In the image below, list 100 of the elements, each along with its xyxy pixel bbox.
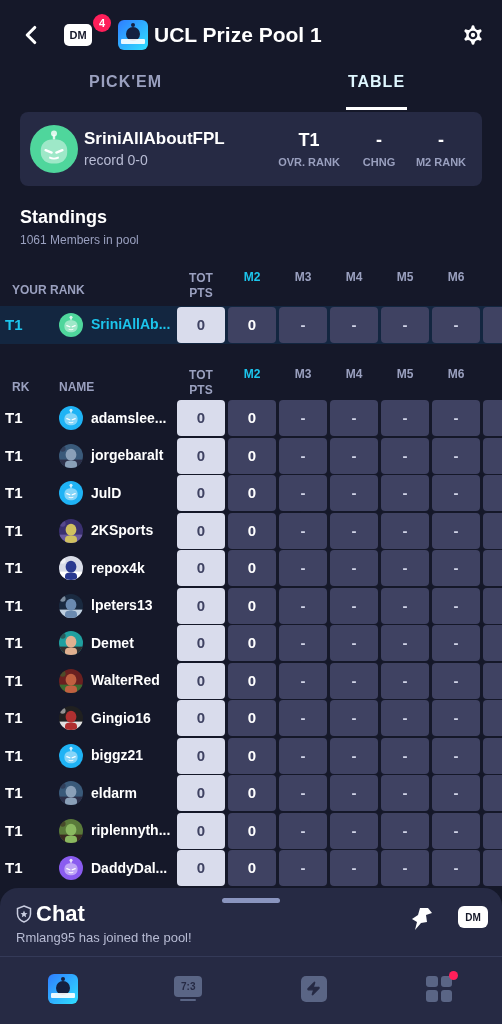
table-cell: - (279, 550, 327, 587)
player-name[interactable]: Demet (91, 632, 134, 654)
player-name[interactable]: SriniAllAb... (91, 314, 171, 336)
app-logo-icon[interactable] (118, 20, 148, 50)
rank-text: T1 (5, 446, 23, 464)
table-cell: 0 (228, 737, 276, 774)
table-cell: 0 (177, 700, 225, 737)
table-cell: - (279, 700, 327, 737)
column-header: M2 (243, 270, 261, 285)
table-cell: - (279, 775, 327, 812)
shield-star-icon (16, 905, 32, 923)
table-cell: - (381, 587, 429, 624)
table-cell: - (381, 400, 429, 437)
table-cell: - (330, 700, 378, 737)
table-cell: 0 (228, 437, 276, 474)
column-header: M3 (294, 366, 312, 382)
column-header: TOT PTS (188, 367, 214, 398)
player-name[interactable]: adamslee... (91, 407, 167, 429)
profile-name: SriniAllAboutFPL (84, 127, 225, 150)
table-cell: - (432, 550, 480, 587)
chat-message: Rmlang95 has joined the pool! (16, 929, 193, 947)
table-cell: - (330, 850, 378, 887)
table-cell: 0 (177, 587, 225, 624)
column-header: TOT PTS (188, 271, 214, 301)
rank-text: T1 (5, 859, 23, 877)
player-name[interactable]: Gingio16 (91, 707, 151, 729)
table-cell: 0 (177, 812, 225, 849)
column-header: M5 (396, 366, 414, 382)
stat-value: - (376, 129, 382, 153)
lightning-icon[interactable] (300, 975, 327, 1002)
table-cell: 0 (177, 775, 225, 812)
column-header: M5 (396, 270, 414, 285)
tab[interactable]: PICK'EM (0, 70, 251, 110)
table-cell: - (279, 662, 327, 699)
table-cell: - (330, 306, 378, 343)
apps-grid-icon[interactable] (426, 975, 453, 1002)
stat-label: M2 RANK (415, 155, 467, 171)
rank-text: T1 (5, 671, 23, 689)
player-name[interactable]: biggz21 (91, 745, 144, 767)
pin-icon[interactable] (410, 906, 434, 932)
table-cell: 0 (177, 625, 225, 662)
table-cell: - (279, 812, 327, 849)
table-cell: - (381, 512, 429, 549)
player-name[interactable]: DaddyDal... (91, 857, 168, 879)
dm-button[interactable]: DM (458, 906, 488, 928)
rank-text: T1 (5, 559, 23, 577)
drag-handle[interactable] (222, 898, 280, 903)
table-cell: - (381, 625, 429, 662)
table-cell: 0 (228, 550, 276, 587)
table-cell: 0 (228, 475, 276, 512)
record-text: record 0-0 (84, 150, 149, 170)
player-name[interactable]: riplennyth... (91, 820, 171, 842)
column-header: NAME (59, 378, 95, 396)
table-cell: - (279, 850, 327, 887)
player-name[interactable]: eldarm (91, 782, 137, 804)
player-name[interactable]: 2KSports (91, 520, 154, 542)
chat-panel[interactable]: Chat Rmlang95 has joined the pool! DM (0, 888, 502, 956)
pool-title: UCL Prize Pool 1 (154, 22, 322, 49)
table-cell: - (330, 400, 378, 437)
table-cell: 0 (228, 700, 276, 737)
column-header: YOUR RANK (12, 282, 85, 299)
rank-text: T1 (5, 709, 23, 727)
table-cell: - (279, 400, 327, 437)
table-cell: - (381, 850, 429, 887)
stat-label: CHNG (362, 155, 396, 171)
table-cell: - (381, 812, 429, 849)
table-cell: - (381, 306, 429, 343)
table-cell: - (330, 475, 378, 512)
column-header: RK (12, 378, 30, 396)
stat-value: T1 (298, 129, 320, 153)
table-cell: 0 (228, 400, 276, 437)
rank-text: T1 (5, 596, 23, 614)
table-cell: - (432, 737, 480, 774)
column-header: M3 (294, 270, 312, 285)
table-cell: 0 (177, 475, 225, 512)
table-cell: 0 (177, 850, 225, 887)
stat-value: - (438, 129, 444, 153)
table-cell: 0 (177, 662, 225, 699)
column-header: M4 (345, 270, 363, 285)
rank-text: T1 (5, 409, 23, 427)
table-cell: - (330, 512, 378, 549)
table-cell: - (279, 587, 327, 624)
table-cell: 0 (228, 775, 276, 812)
dm-button[interactable]: DM (64, 24, 92, 46)
table-cell: - (381, 662, 429, 699)
player-name[interactable]: jorgebaralt (91, 445, 164, 467)
table-cell: - (330, 625, 378, 662)
player-name[interactable]: JulD (91, 482, 122, 504)
player-name[interactable]: WalterRed (91, 670, 160, 692)
column-header: M4 (345, 366, 363, 382)
table-cell: - (381, 737, 429, 774)
notification-badge: 4 (93, 14, 111, 32)
table-cell: - (330, 775, 378, 812)
table-cell: - (432, 475, 480, 512)
player-name[interactable]: lpeters13 (91, 595, 153, 617)
app-logo-icon[interactable] (47, 973, 78, 1004)
stat-label: OVR. RANK (278, 155, 340, 171)
rank-text: T1 (5, 484, 23, 502)
player-name[interactable]: repox4k (91, 557, 145, 579)
table-cell: - (279, 306, 327, 343)
